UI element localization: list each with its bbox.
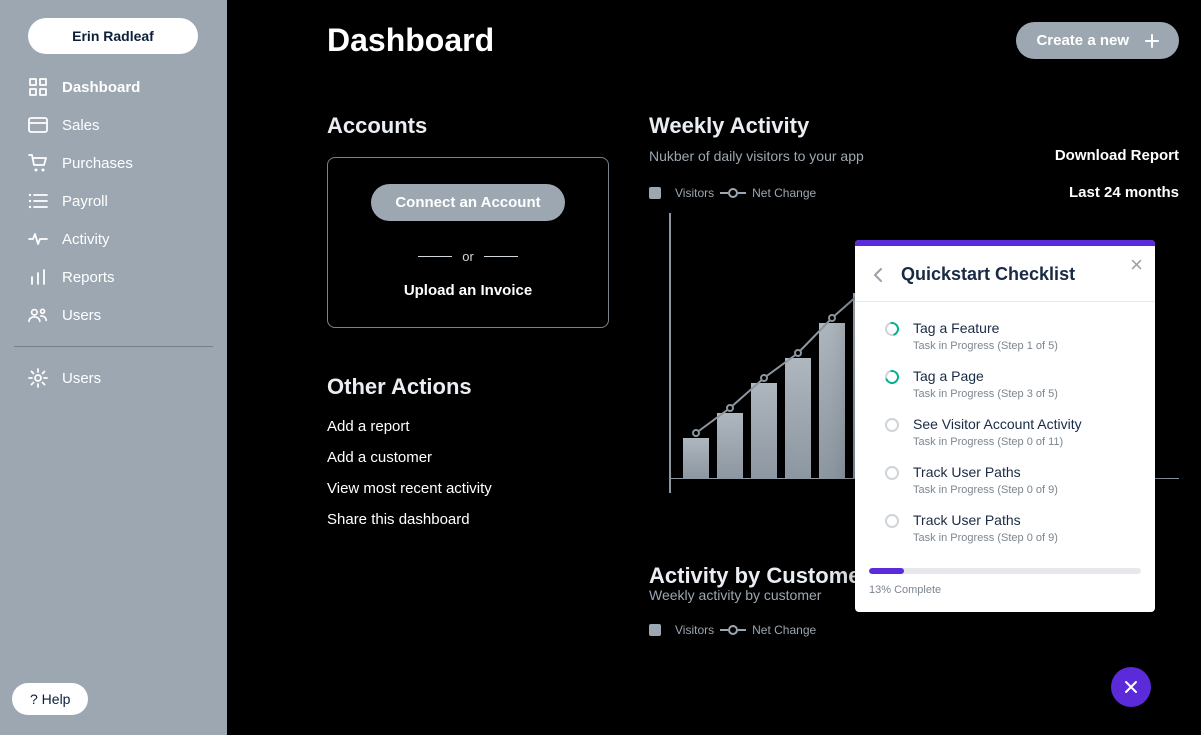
nav-divider [14, 346, 213, 347]
chart-bar [819, 323, 845, 478]
nav-primary: Dashboard Sales Purchases Payroll Activity Re… [0, 68, 227, 334]
accounts-box: Connect an Account or Upload an Invoice [327, 157, 609, 328]
cart-icon [28, 153, 48, 173]
page-title: Dashboard [327, 22, 494, 59]
legend-netchange-label: Net Change [752, 186, 816, 200]
legend-visitors-label: Visitors [675, 186, 714, 200]
task-title: Track User Paths [913, 512, 1058, 528]
task-status-icon [885, 514, 899, 528]
task-item[interactable]: Track User Paths Task in Progress (Step 0… [855, 502, 1155, 550]
activity-icon [28, 229, 48, 249]
action-link[interactable]: View most recent activity [327, 480, 609, 497]
legend-netchange-label-2: Net Change [752, 623, 816, 637]
legend-visitors-label-2: Visitors [675, 623, 714, 637]
chart-bar [717, 413, 743, 478]
sidebar-item-label: Purchases [62, 155, 133, 172]
users-icon [28, 305, 48, 325]
main: Dashboard Create a new Accounts Connect … [227, 0, 1201, 735]
list-icon [28, 191, 48, 211]
task-status-icon [885, 466, 899, 480]
task-list: Tag a Feature Task in Progress (Step 1 of… [855, 302, 1155, 558]
sidebar-item-reports[interactable]: Reports [0, 258, 227, 296]
task-item[interactable]: See Visitor Account Activity Task in Prog… [855, 406, 1155, 454]
task-status-icon [882, 367, 901, 386]
task-subtitle: Task in Progress (Step 0 of 9) [913, 484, 1058, 496]
sidebar-item-label: Users [62, 307, 101, 324]
card-icon [28, 115, 48, 135]
task-subtitle: Task in Progress (Step 1 of 5) [913, 340, 1058, 352]
chart-bar [785, 358, 811, 478]
sidebar-item-users[interactable]: Users [0, 359, 227, 397]
sidebar-item-payroll[interactable]: Payroll [0, 182, 227, 220]
popup-close-button[interactable]: × [1130, 254, 1143, 276]
legend-visitors-icon-2 [649, 624, 661, 636]
user-pill[interactable]: Erin Radleaf [28, 18, 198, 54]
progress-label: 13% Complete [869, 584, 1141, 596]
sidebar-item-sales[interactable]: Sales [0, 106, 227, 144]
nav-secondary: Users [0, 359, 227, 397]
sidebar-item-label: Reports [62, 269, 115, 286]
task-subtitle: Task in Progress (Step 3 of 5) [913, 388, 1058, 400]
weekly-heading: Weekly Activity [649, 113, 1179, 139]
task-item[interactable]: Tag a Feature Task in Progress (Step 1 of… [855, 310, 1155, 358]
or-separator: or [356, 249, 580, 264]
sidebar-item-activity[interactable]: Activity [0, 220, 227, 258]
range-label: Last 24 months [1069, 184, 1179, 201]
create-new-button[interactable]: Create a new [1016, 22, 1179, 59]
accounts-heading: Accounts [327, 113, 609, 139]
sidebar-item-label: Dashboard [62, 79, 140, 96]
or-label: or [462, 249, 474, 264]
task-subtitle: Task in Progress (Step 0 of 11) [913, 436, 1082, 448]
close-fab[interactable] [1111, 667, 1151, 707]
connect-account-button[interactable]: Connect an Account [371, 184, 564, 221]
sidebar-item-label: Users [62, 370, 101, 387]
task-item[interactable]: Track User Paths Task in Progress (Step 0… [855, 454, 1155, 502]
action-link[interactable]: Add a customer [327, 449, 609, 466]
bars-icon [28, 267, 48, 287]
action-link[interactable]: Share this dashboard [327, 511, 609, 528]
download-report-link[interactable]: Download Report [1055, 147, 1179, 164]
create-new-label: Create a new [1036, 32, 1129, 49]
popup-back-button[interactable] [873, 268, 883, 282]
page-header: Dashboard Create a new [327, 22, 1179, 59]
other-actions-heading: Other Actions [327, 374, 609, 400]
task-title: Track User Paths [913, 464, 1058, 480]
task-item[interactable]: Tag a Page Task in Progress (Step 3 of 5) [855, 358, 1155, 406]
legend-visitors-icon [649, 187, 661, 199]
sidebar-item-users[interactable]: Users [0, 296, 227, 334]
action-link[interactable]: Add a report [327, 418, 609, 435]
task-title: See Visitor Account Activity [913, 416, 1082, 432]
sidebar-item-label: Payroll [62, 193, 108, 210]
legend-netchange-icon-2 [728, 625, 738, 635]
other-actions: Other Actions Add a report Add a customer… [327, 374, 609, 528]
task-subtitle: Task in Progress (Step 0 of 9) [913, 532, 1058, 544]
progress-bar [869, 568, 1141, 574]
upload-invoice-link[interactable]: Upload an Invoice [356, 282, 580, 299]
gear-icon [28, 368, 48, 388]
chart-bar [751, 383, 777, 478]
quickstart-popup: Quickstart Checklist × Tag a Feature Task… [855, 240, 1155, 612]
sidebar-item-purchases[interactable]: Purchases [0, 144, 227, 182]
popup-title: Quickstart Checklist [901, 264, 1075, 285]
left-column: Accounts Connect an Account or Upload an… [327, 113, 609, 637]
weekly-subtitle: Nukber of daily visitors to your app [649, 148, 864, 164]
task-title: Tag a Feature [913, 320, 1058, 336]
sidebar-item-label: Activity [62, 231, 110, 248]
task-title: Tag a Page [913, 368, 1058, 384]
plus-icon [1145, 34, 1159, 48]
sidebar: Erin Radleaf Dashboard Sales Purchases Payr… [0, 0, 227, 735]
sidebar-item-label: Sales [62, 117, 100, 134]
legend-netchange-icon [728, 188, 738, 198]
task-status-icon [885, 418, 899, 432]
help-button[interactable]: ? Help [12, 683, 88, 715]
sidebar-item-dashboard[interactable]: Dashboard [0, 68, 227, 106]
grid-icon [28, 77, 48, 97]
chart-bar [683, 438, 709, 478]
task-status-icon [882, 319, 901, 338]
